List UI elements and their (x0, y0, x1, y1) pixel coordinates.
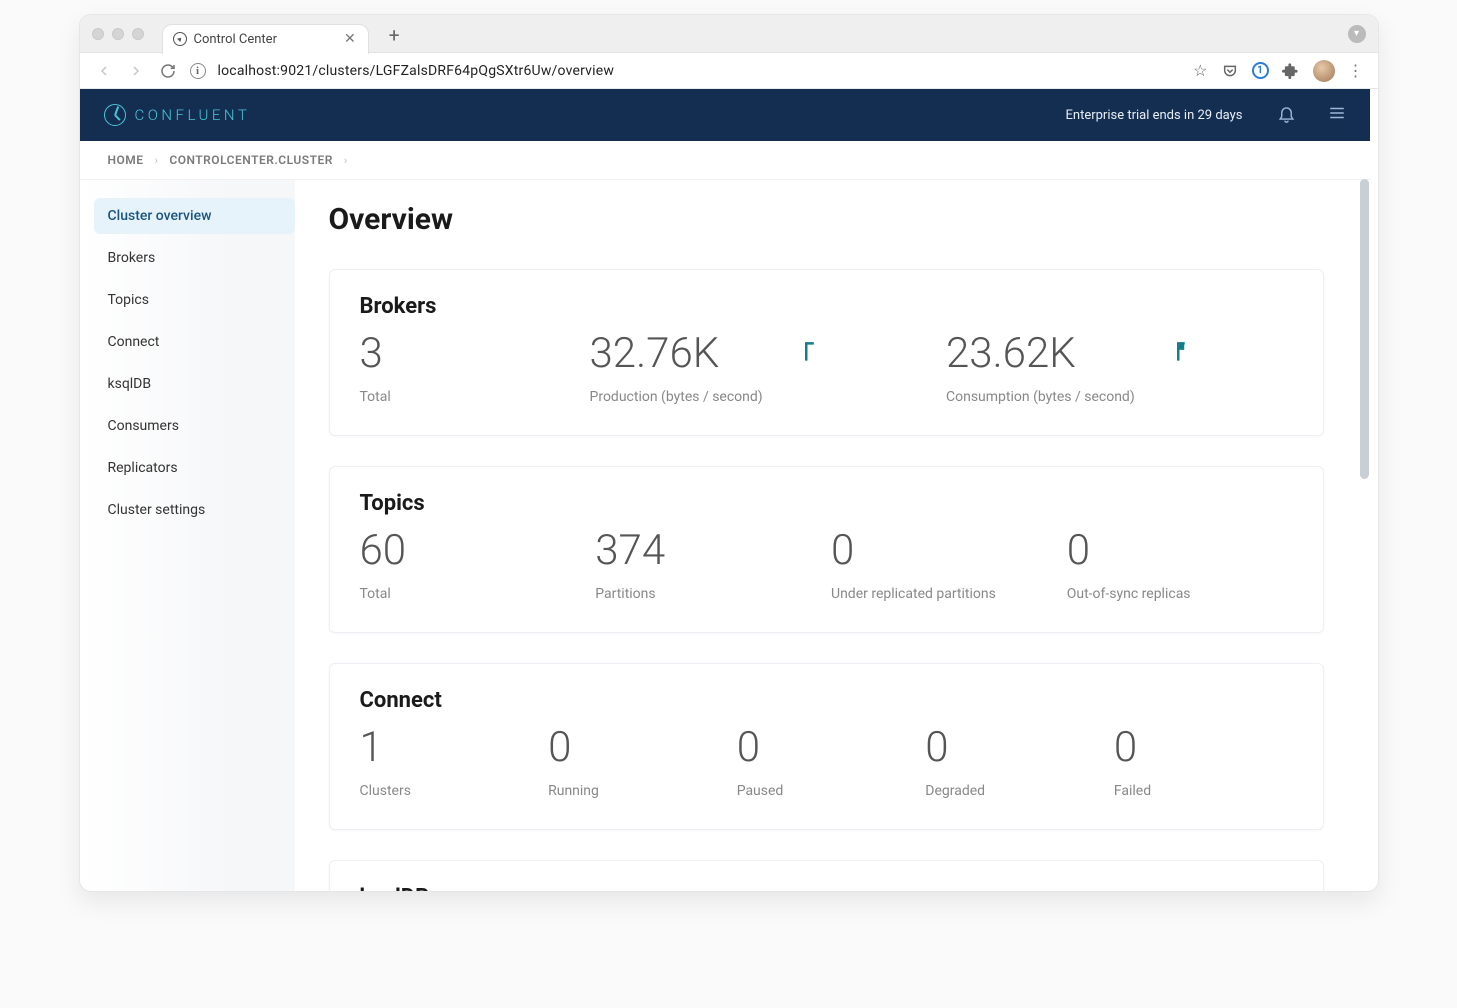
chevron-right-icon: › (344, 154, 348, 167)
notifications-button[interactable] (1277, 104, 1296, 127)
metric-brokers-total: 3 Total (360, 333, 580, 405)
page-title: Overview (329, 202, 1324, 237)
window-zoom-button[interactable] (132, 28, 144, 40)
nav-back-button[interactable] (94, 61, 114, 81)
metric-connect-degraded: 0 Degraded (925, 727, 1104, 799)
sidebar-item-connect[interactable]: Connect (94, 324, 295, 360)
sidebar-item-cluster-settings[interactable]: Cluster settings (94, 492, 295, 528)
main-content: Overview Brokers 3 Total 32.76K Producti… (295, 180, 1370, 891)
browser-titlebar: Control Center ✕ + ▾ (80, 15, 1378, 53)
nav-reload-button[interactable] (158, 61, 178, 81)
compass-icon (173, 32, 187, 46)
metric-connect-clusters: 1 Clusters (360, 727, 539, 799)
pocket-icon[interactable] (1221, 62, 1239, 80)
scrollbar[interactable] (1360, 179, 1369, 479)
bookmark-star-icon[interactable]: ☆ (1193, 61, 1207, 80)
profile-avatar[interactable] (1313, 60, 1335, 82)
window-close-button[interactable] (92, 28, 104, 40)
card-ksqldb: ksqlDB (329, 860, 1324, 891)
app-menu-button[interactable] (1326, 104, 1346, 126)
metric-topics-oos: 0 Out-of-sync replicas (1067, 530, 1293, 602)
sidebar: Cluster overview Brokers Topics Connect … (80, 180, 295, 891)
window-minimize-button[interactable] (112, 28, 124, 40)
brand-name: CONFLUENT (135, 106, 251, 124)
card-brokers: Brokers 3 Total 32.76K Production (bytes… (329, 269, 1324, 436)
card-connect: Connect 1 Clusters 0 Running 0 Paused (329, 663, 1324, 830)
sidebar-item-cluster-overview[interactable]: Cluster overview (94, 198, 295, 234)
metric-topics-partitions: 374 Partitions (595, 530, 821, 602)
metric-topics-under-replicated: 0 Under replicated partitions (831, 530, 1057, 602)
browser-urlbar: i localhost:9021/clusters/LGFZalsDRF64pQ… (80, 53, 1378, 89)
card-topics-title: Topics (360, 491, 1293, 516)
app-header: CONFLUENT Enterprise trial ends in 29 da… (80, 89, 1370, 141)
card-ksqldb-title: ksqlDB (360, 885, 1293, 891)
sparkline-consumption-icon (1175, 333, 1215, 369)
sidebar-item-consumers[interactable]: Consumers (94, 408, 295, 444)
metric-connect-paused: 0 Paused (737, 727, 916, 799)
sidebar-item-brokers[interactable]: Brokers (94, 240, 295, 276)
sidebar-item-replicators[interactable]: Replicators (94, 450, 295, 486)
sidebar-item-ksqldb[interactable]: ksqlDB (94, 366, 295, 402)
sparkline-production-icon (803, 333, 843, 369)
confluent-logo-icon (104, 104, 126, 126)
card-brokers-title: Brokers (360, 294, 1293, 319)
url-text[interactable]: localhost:9021/clusters/LGFZalsDRF64pQgS… (218, 63, 1182, 79)
window-dropdown-icon[interactable]: ▾ (1348, 25, 1366, 43)
browser-tab[interactable]: Control Center ✕ (162, 24, 369, 54)
breadcrumb: HOME › CONTROLCENTER.CLUSTER › (80, 141, 1370, 180)
tab-close-button[interactable]: ✕ (344, 31, 356, 47)
breadcrumb-cluster[interactable]: CONTROLCENTER.CLUSTER (169, 153, 333, 167)
sidebar-item-topics[interactable]: Topics (94, 282, 295, 318)
brand-logo[interactable]: CONFLUENT (104, 104, 251, 126)
browser-tab-title: Control Center (194, 32, 277, 47)
metric-connect-running: 0 Running (548, 727, 727, 799)
card-connect-title: Connect (360, 688, 1293, 713)
browser-menu-button[interactable]: ⋮ (1348, 61, 1364, 80)
onepassword-icon[interactable]: 1 (1252, 62, 1269, 79)
metric-brokers-consumption: 23.62K Consumption (bytes / second) (946, 333, 1293, 405)
site-info-icon[interactable]: i (190, 63, 206, 79)
card-topics: Topics 60 Total 374 Partitions 0 Under r (329, 466, 1324, 633)
metric-topics-total: 60 Total (360, 530, 586, 602)
trial-banner: Enterprise trial ends in 29 days (1066, 108, 1243, 123)
breadcrumb-home[interactable]: HOME (108, 153, 144, 167)
metric-brokers-production: 32.76K Production (bytes / second) (590, 333, 937, 405)
metric-connect-failed: 0 Failed (1114, 727, 1293, 799)
chevron-right-icon: › (155, 154, 159, 167)
extensions-icon[interactable] (1282, 62, 1300, 80)
new-tab-button[interactable]: + (389, 24, 400, 47)
nav-forward-button[interactable] (126, 61, 146, 81)
